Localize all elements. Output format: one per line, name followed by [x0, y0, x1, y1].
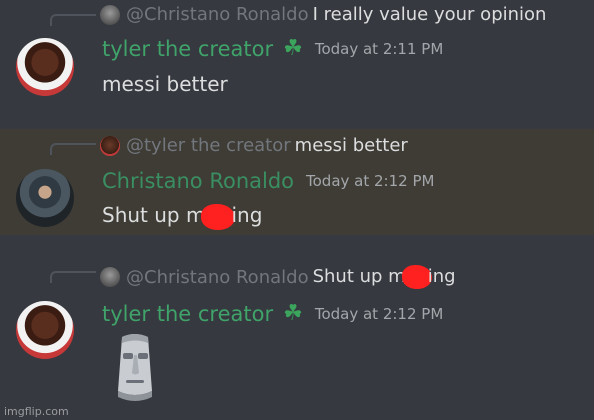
moai-emoji[interactable] [108, 333, 162, 403]
reply-preview[interactable]: @Christano Ronaldo I really value your o… [100, 4, 546, 25]
reply-preview[interactable]: @tyler the creator messi better [100, 135, 408, 156]
message-content: messi better [102, 72, 228, 96]
reply-mention[interactable]: @Christano Ronaldo [126, 4, 309, 25]
reply-text: messi better [294, 135, 408, 156]
reply-spine [50, 14, 96, 26]
content-text-end: ing [231, 203, 263, 227]
reply-text-end: ing [427, 266, 456, 287]
reply-mention[interactable]: @Christano Ronaldo [126, 267, 309, 288]
reply-avatar[interactable] [100, 267, 120, 287]
reply-text-start: Shut up m [312, 266, 406, 287]
clover-badge-icon: ☘ [283, 301, 303, 326]
reply-avatar[interactable] [100, 4, 120, 25]
reply-spine [50, 143, 96, 155]
message-content: Shut up m ing [102, 203, 262, 230]
message-1: @Christano Ronaldo I really value your o… [0, 0, 594, 118]
avatar[interactable] [16, 38, 74, 96]
timestamp[interactable]: Today at 2:12 PM [306, 172, 434, 190]
reply-spine [50, 271, 96, 283]
clover-badge-icon: ☘ [283, 36, 303, 61]
author-line: tyler the creator ☘ Today at 2:12 PM [102, 301, 443, 326]
watermark: imgflip.com [4, 405, 69, 418]
timestamp[interactable]: Today at 2:11 PM [315, 40, 443, 58]
author-line: Christano Ronaldo Today at 2:12 PM [102, 169, 434, 193]
content-text-start: Shut up m [102, 203, 206, 227]
reply-text: Shut up m ing [313, 265, 456, 289]
avatar[interactable] [16, 301, 74, 359]
reply-preview[interactable]: @Christano Ronaldo Shut up m ing [100, 265, 456, 289]
message-2: @tyler the creator messi better Christan… [0, 129, 594, 235]
reply-text: I really value your opinion [312, 4, 547, 25]
reply-avatar[interactable] [100, 135, 120, 156]
reply-mention[interactable]: @tyler the creator [126, 135, 291, 156]
username[interactable]: tyler the creator [102, 37, 273, 61]
author-line: tyler the creator ☘ Today at 2:11 PM [102, 36, 443, 61]
username[interactable]: Christano Ronaldo [102, 169, 294, 193]
avatar[interactable] [16, 169, 74, 227]
username[interactable]: tyler the creator [102, 302, 273, 326]
timestamp[interactable]: Today at 2:12 PM [315, 305, 443, 323]
message-3: @Christano Ronaldo Shut up m ing tyler th… [0, 255, 594, 405]
